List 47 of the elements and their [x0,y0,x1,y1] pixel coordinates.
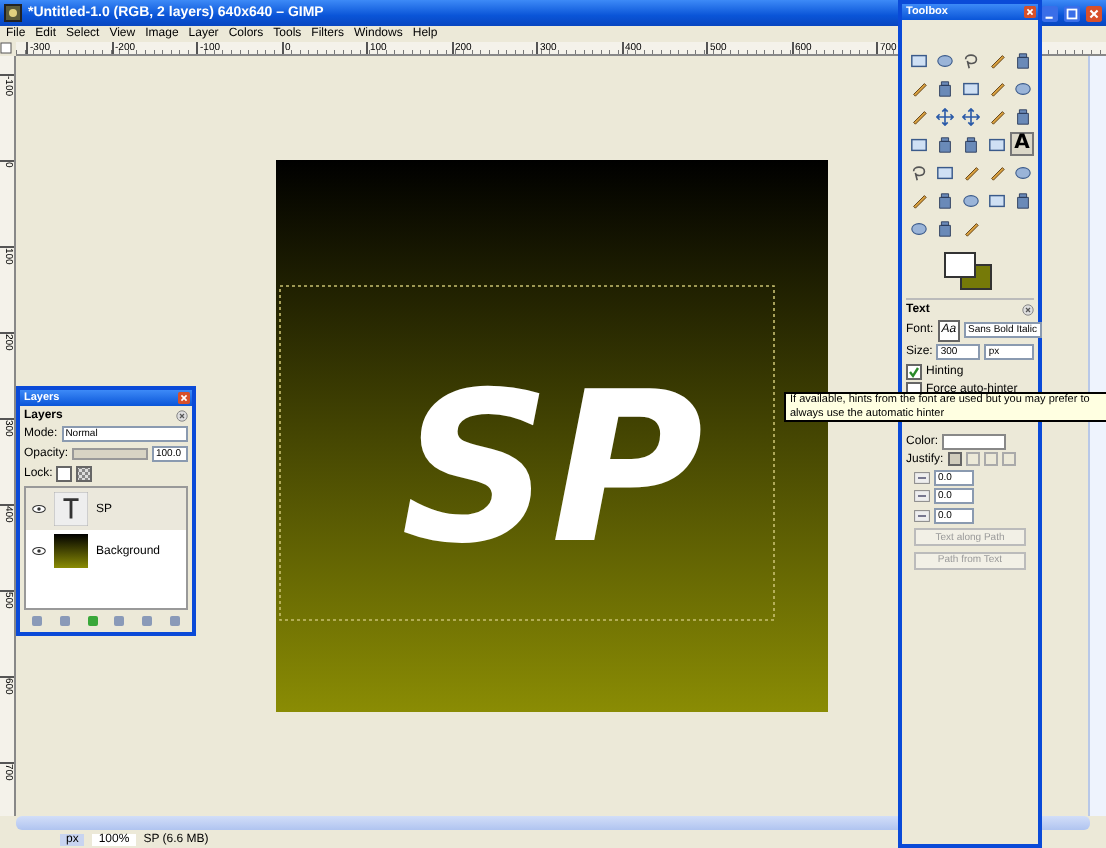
spacing-icon [914,490,930,502]
tool-button[interactable] [932,104,956,128]
vertical-scrollbar[interactable] [1088,56,1106,816]
maximize-button[interactable] [1064,5,1080,21]
bucket-icon [935,135,953,153]
eye-icon[interactable] [32,546,46,556]
cross-arrows-icon [961,107,979,125]
close-button[interactable] [1086,5,1102,21]
bucket-icon [961,135,979,153]
ellipse-icon [1013,79,1031,97]
bucket-icon [1013,107,1031,125]
tool-button[interactable] [958,104,982,128]
cross-arrows-icon [935,107,953,125]
tool-button[interactable]: A [1010,132,1034,156]
eye-icon[interactable] [32,504,46,514]
color-button[interactable] [942,433,1007,449]
text-layer-thumbnail [54,492,88,526]
loop-icon [961,51,979,69]
layer-thumbnail [54,534,88,568]
ellipse-icon [1013,163,1031,181]
ellipse-icon [935,51,953,69]
bucket-icon [1013,51,1031,69]
bucket-icon [935,191,953,209]
lock-checkbox[interactable] [56,466,73,482]
ellipse-icon [909,219,927,237]
checkbox[interactable] [906,363,922,379]
ruler-corner-icon[interactable] [0,42,12,54]
close-button[interactable] [178,392,190,404]
pencil-icon [961,219,979,237]
bucket-icon [935,79,953,97]
bucket-icon [935,219,953,237]
opacity-slider[interactable] [74,450,146,458]
close-icon[interactable] [176,410,188,422]
spacing-icon [914,509,930,521]
app-icon [4,4,22,22]
bucket-icon [1013,191,1031,209]
justify-button[interactable] [947,452,962,466]
ellipse-icon [961,191,979,209]
close-button[interactable] [1024,6,1036,18]
color-swatches-drawing[interactable] [938,248,994,292]
lock-checkbox[interactable] [76,466,93,482]
minimize-button[interactable] [1042,5,1058,21]
pencil-icon [909,191,927,209]
spacing-icon [914,471,930,483]
close-icon[interactable] [1022,304,1034,316]
loop-icon [909,163,927,181]
layer-text: SP [400,346,704,590]
